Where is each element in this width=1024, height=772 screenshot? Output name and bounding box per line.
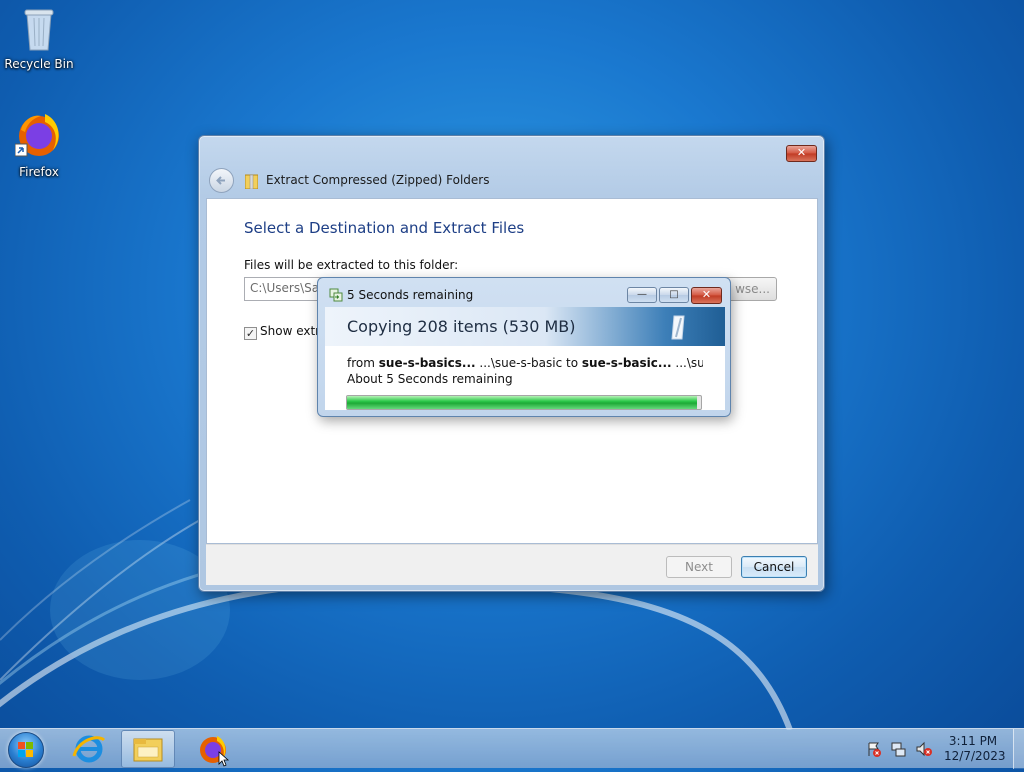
desktop-icon-firefox[interactable]: Firefox [1, 110, 77, 179]
cancel-button[interactable]: Cancel [741, 556, 807, 578]
taskbar: 3:11 PM 12/7/2023 [0, 728, 1024, 769]
copy-banner: Copying 208 items (530 MB) [325, 307, 725, 346]
taskbar-windows-explorer[interactable] [121, 730, 175, 768]
from-word: from [347, 356, 375, 370]
next-button[interactable]: Next [666, 556, 732, 578]
copy-progress-fill [347, 396, 698, 409]
wizard-footer: Next Cancel [206, 544, 818, 585]
desktop-icon-recycle-bin[interactable]: Recycle Bin [1, 6, 77, 71]
source-name-link[interactable]: sue-s-basics... [379, 356, 476, 370]
wizard-heading: Select a Destination and Extract Files [244, 219, 525, 237]
copy-details: from sue-s-basics... ...\sue-s-basic to … [325, 346, 725, 410]
zip-folder-icon [245, 174, 258, 189]
copy-dialog-title: 5 Seconds remaining [347, 288, 474, 302]
to-word: to [566, 356, 579, 370]
copy-maximize-button[interactable]: □ [659, 287, 689, 303]
destination-path: ...\sue-s-basic [675, 356, 703, 370]
copy-source-dest-line: from sue-s-basics... ...\sue-s-basic to … [347, 356, 703, 370]
destination-name-link[interactable]: sue-s-basic... [582, 356, 672, 370]
firefox-label: Firefox [19, 165, 59, 179]
internet-explorer-icon [72, 735, 106, 763]
back-arrow-icon [216, 176, 225, 185]
copy-summary: Copying 208 items (530 MB) [347, 317, 576, 336]
show-desktop-button[interactable] [1013, 729, 1024, 769]
copy-minimize-button[interactable]: — [627, 287, 657, 303]
copy-progress-dialog: 5 Seconds remaining — □ ✕ Copying 208 it… [317, 277, 731, 417]
document-flying-icon [671, 315, 685, 340]
wizard-close-button[interactable]: ✕ [786, 145, 817, 162]
system-clock[interactable]: 3:11 PM 12/7/2023 [944, 734, 1006, 764]
start-button[interactable] [8, 732, 44, 768]
back-button[interactable] [209, 168, 234, 193]
folder-icon [133, 738, 163, 762]
taskbar-firefox[interactable] [186, 730, 240, 768]
taskbar-internet-explorer[interactable] [62, 730, 116, 768]
source-path: ...\sue-s-basic [479, 356, 563, 370]
wizard-title: Extract Compressed (Zipped) Folders [266, 173, 490, 187]
recycle-bin-label: Recycle Bin [4, 57, 74, 71]
time-remaining: About 5 Seconds remaining [347, 372, 513, 386]
copy-progress-bar [346, 395, 702, 410]
network-icon[interactable] [891, 741, 907, 757]
action-center-flag-icon[interactable] [866, 741, 882, 757]
copy-close-button[interactable]: ✕ [691, 287, 722, 304]
firefox-icon [200, 736, 230, 767]
clock-date: 12/7/2023 [944, 749, 1006, 763]
clock-time: 3:11 PM [948, 734, 998, 748]
windows-logo-icon [18, 742, 33, 757]
destination-label: Files will be extracted to this folder: [244, 258, 459, 272]
recycle-bin-icon [24, 9, 54, 51]
show-files-checkbox-row[interactable]: ✓ Show extra [244, 324, 327, 340]
volume-muted-icon[interactable] [916, 741, 932, 757]
firefox-icon [14, 114, 59, 157]
copy-icon [329, 288, 343, 302]
show-files-checkbox[interactable]: ✓ [244, 327, 257, 340]
